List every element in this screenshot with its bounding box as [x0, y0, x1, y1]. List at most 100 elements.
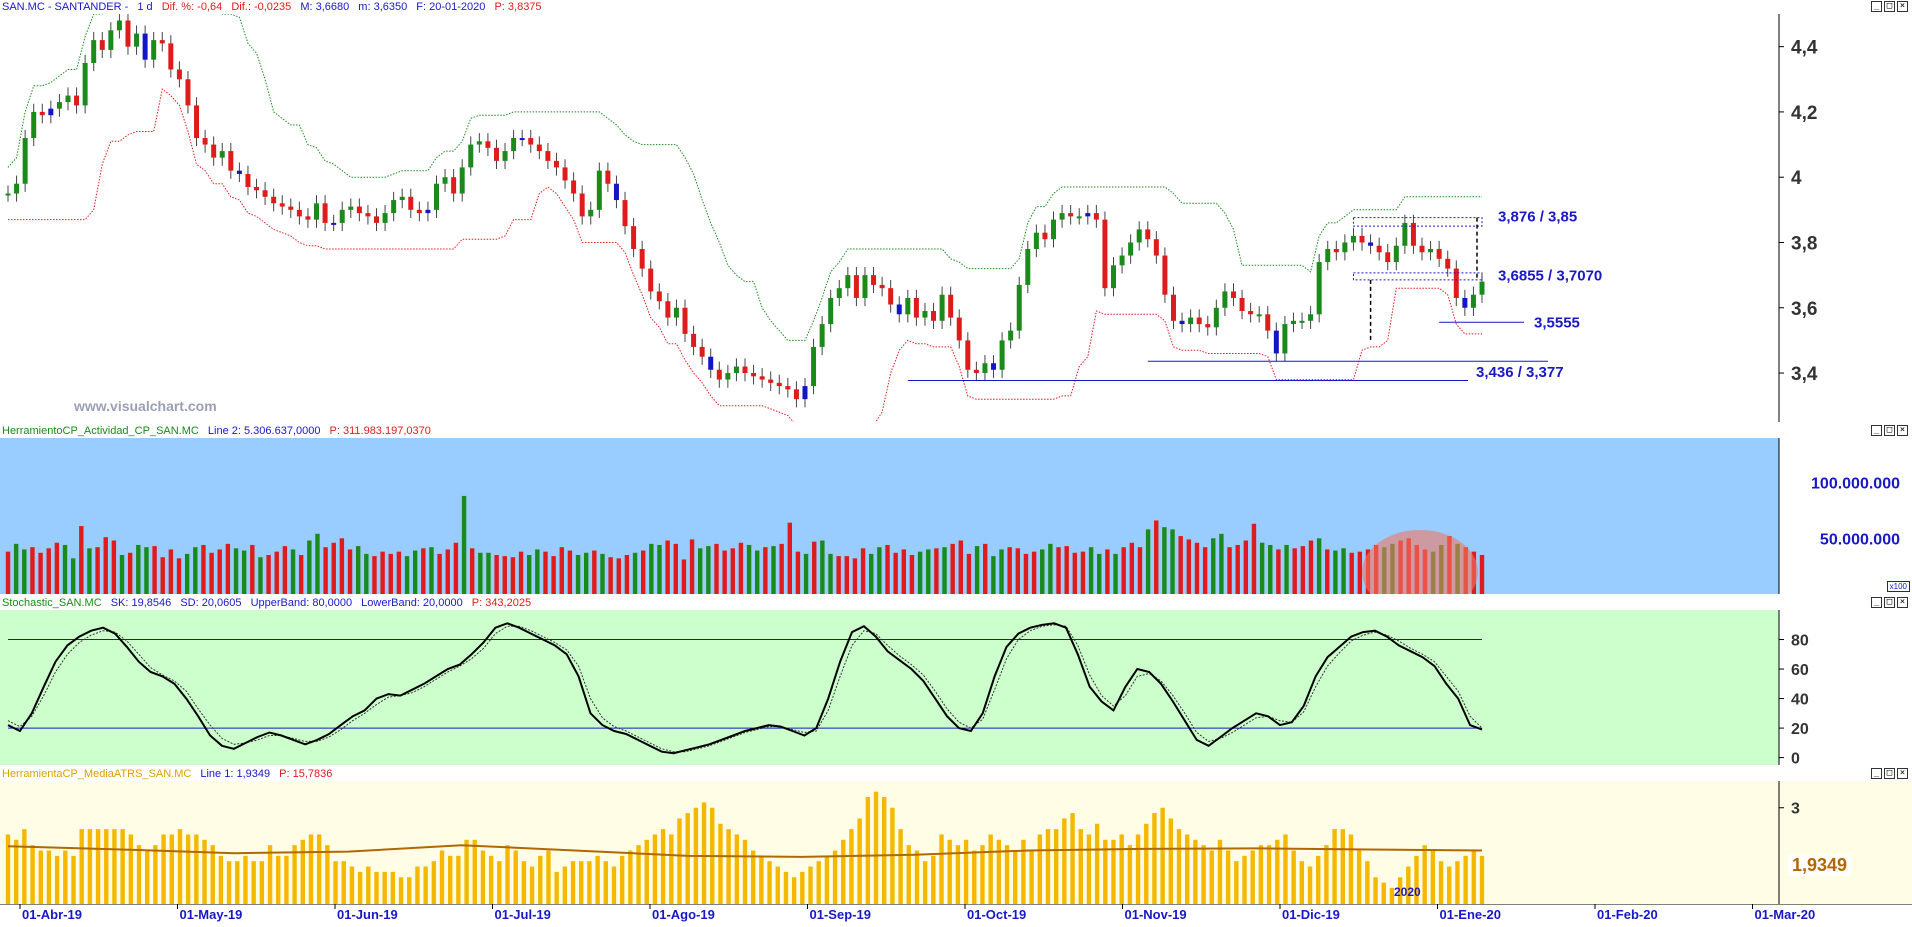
maximize-icon[interactable]: □	[1884, 597, 1895, 608]
candle-body	[853, 275, 859, 298]
atr-bar	[505, 845, 510, 904]
atr-bar	[497, 861, 502, 904]
volume-name: HerramientoCP_Actividad_CP_SAN.MC	[2, 425, 199, 437]
candle-body	[588, 209, 594, 217]
maximize-icon[interactable]: □	[1884, 1, 1895, 12]
atr-bar	[718, 823, 723, 904]
atr-bar	[341, 861, 346, 904]
volume-bar	[1097, 553, 1102, 594]
stoch-sd: SD: 20,0605	[180, 597, 242, 609]
candle-body	[1445, 258, 1451, 269]
candle-body	[905, 297, 911, 315]
volume-bar	[421, 548, 426, 594]
atr-bar	[1234, 861, 1239, 904]
minimize-icon[interactable]: _	[1871, 597, 1882, 608]
atr-bar	[644, 839, 649, 904]
volume-bar	[795, 551, 801, 594]
volume-panel-header: HerramientoCP_Actividad_CP_SAN.MC Line 2…	[0, 424, 1912, 438]
candle-body	[485, 141, 491, 148]
candle-body	[125, 20, 131, 47]
atr-bar	[1201, 845, 1206, 904]
volume-bar	[877, 547, 882, 594]
close-icon[interactable]: ×	[1897, 768, 1908, 779]
candle-body	[1076, 216, 1082, 219]
volume-bar	[502, 556, 507, 594]
volume-bar	[1129, 542, 1135, 594]
atr-bar	[161, 834, 166, 904]
candle-body	[1316, 262, 1322, 315]
volume-bar	[1015, 548, 1021, 594]
minimize-icon[interactable]: _	[1871, 425, 1882, 436]
candle-body	[922, 311, 928, 318]
candle-body	[1059, 213, 1065, 220]
atr-bar	[882, 797, 887, 904]
atr-bar	[423, 866, 428, 904]
volume-bar	[494, 555, 499, 594]
candle-body	[519, 138, 525, 141]
y-tick-label: 3	[1791, 801, 1800, 818]
candle-body	[845, 275, 851, 289]
y-tick-label: 0	[1791, 751, 1800, 765]
atr-bar	[1381, 882, 1386, 904]
maximize-icon[interactable]: □	[1884, 425, 1895, 436]
volume-bar	[46, 548, 51, 594]
volume-bar	[616, 558, 621, 594]
volume-bar	[1268, 544, 1273, 594]
stochastic-chart[interactable]: 80 60 40 20 0	[0, 596, 1912, 765]
annotation-label: 3,6855 / 3,7070	[1498, 268, 1602, 285]
candle-body	[1205, 324, 1211, 328]
volume-bar	[404, 556, 410, 594]
close-icon[interactable]: ×	[1897, 597, 1908, 608]
volume-bar	[1194, 542, 1200, 594]
atr-bar	[988, 834, 993, 904]
candle-body	[1299, 320, 1305, 323]
atr-bar	[554, 871, 559, 904]
atr-bar	[366, 866, 371, 904]
candle-body	[699, 346, 705, 357]
candle-body	[759, 376, 765, 380]
volume-bar	[583, 552, 589, 594]
volume-bar	[698, 548, 703, 594]
atr-bar	[431, 861, 437, 904]
atr-bar	[300, 839, 305, 904]
x-tick-label: 01-Feb-20	[1597, 907, 1658, 922]
candle-body	[725, 373, 731, 380]
minimize-icon[interactable]: _	[1871, 768, 1882, 779]
atr-bar	[857, 818, 862, 904]
maximize-icon[interactable]: □	[1884, 768, 1895, 779]
candle-body	[648, 268, 654, 292]
volume-bar	[339, 538, 345, 594]
minimize-icon[interactable]: _	[1871, 1, 1882, 12]
candle-body	[1273, 330, 1279, 354]
atr-bar	[251, 861, 256, 904]
candle-body	[5, 193, 11, 196]
volume-bar	[136, 544, 141, 594]
candle-body	[425, 209, 431, 214]
atr-chart[interactable]: 3	[0, 767, 1912, 904]
atr-bar	[316, 834, 322, 904]
volume-bar	[201, 544, 206, 594]
price-panel: SAN.MC - SANTANDER - 1 d Dif. %: -0,64 D…	[0, 0, 1912, 422]
volume-bar	[779, 543, 784, 594]
atr-bar	[1455, 861, 1460, 904]
atr-bar	[63, 850, 68, 904]
candle-body	[211, 144, 217, 158]
x-tick-label: 01-Oct-19	[967, 907, 1026, 922]
price-chart[interactable]: 4,4 4,2 4 3,8 3,6 3,4 3,876 / 3,85 3,6855 / 3,7…	[0, 0, 1912, 422]
volume-bar	[543, 551, 548, 594]
candle-body	[1068, 213, 1074, 217]
atr-bar	[783, 871, 789, 904]
atr-bar	[259, 861, 265, 904]
volume-bar	[673, 543, 678, 594]
atr-bar	[390, 871, 396, 904]
x-tick-label: 01-Nov-19	[1125, 907, 1187, 922]
close-icon[interactable]: ×	[1897, 1, 1908, 12]
volume-chart[interactable]: 100.000.000 50.000.000	[0, 424, 1912, 594]
price-panel-controls: _ □ ×	[1871, 1, 1908, 12]
close-icon[interactable]: ×	[1897, 425, 1908, 436]
candle-body	[305, 216, 311, 220]
volume-bar	[1276, 549, 1281, 594]
atr-bar	[963, 839, 969, 904]
volume-bar	[763, 547, 768, 594]
volume-bar	[445, 549, 450, 594]
